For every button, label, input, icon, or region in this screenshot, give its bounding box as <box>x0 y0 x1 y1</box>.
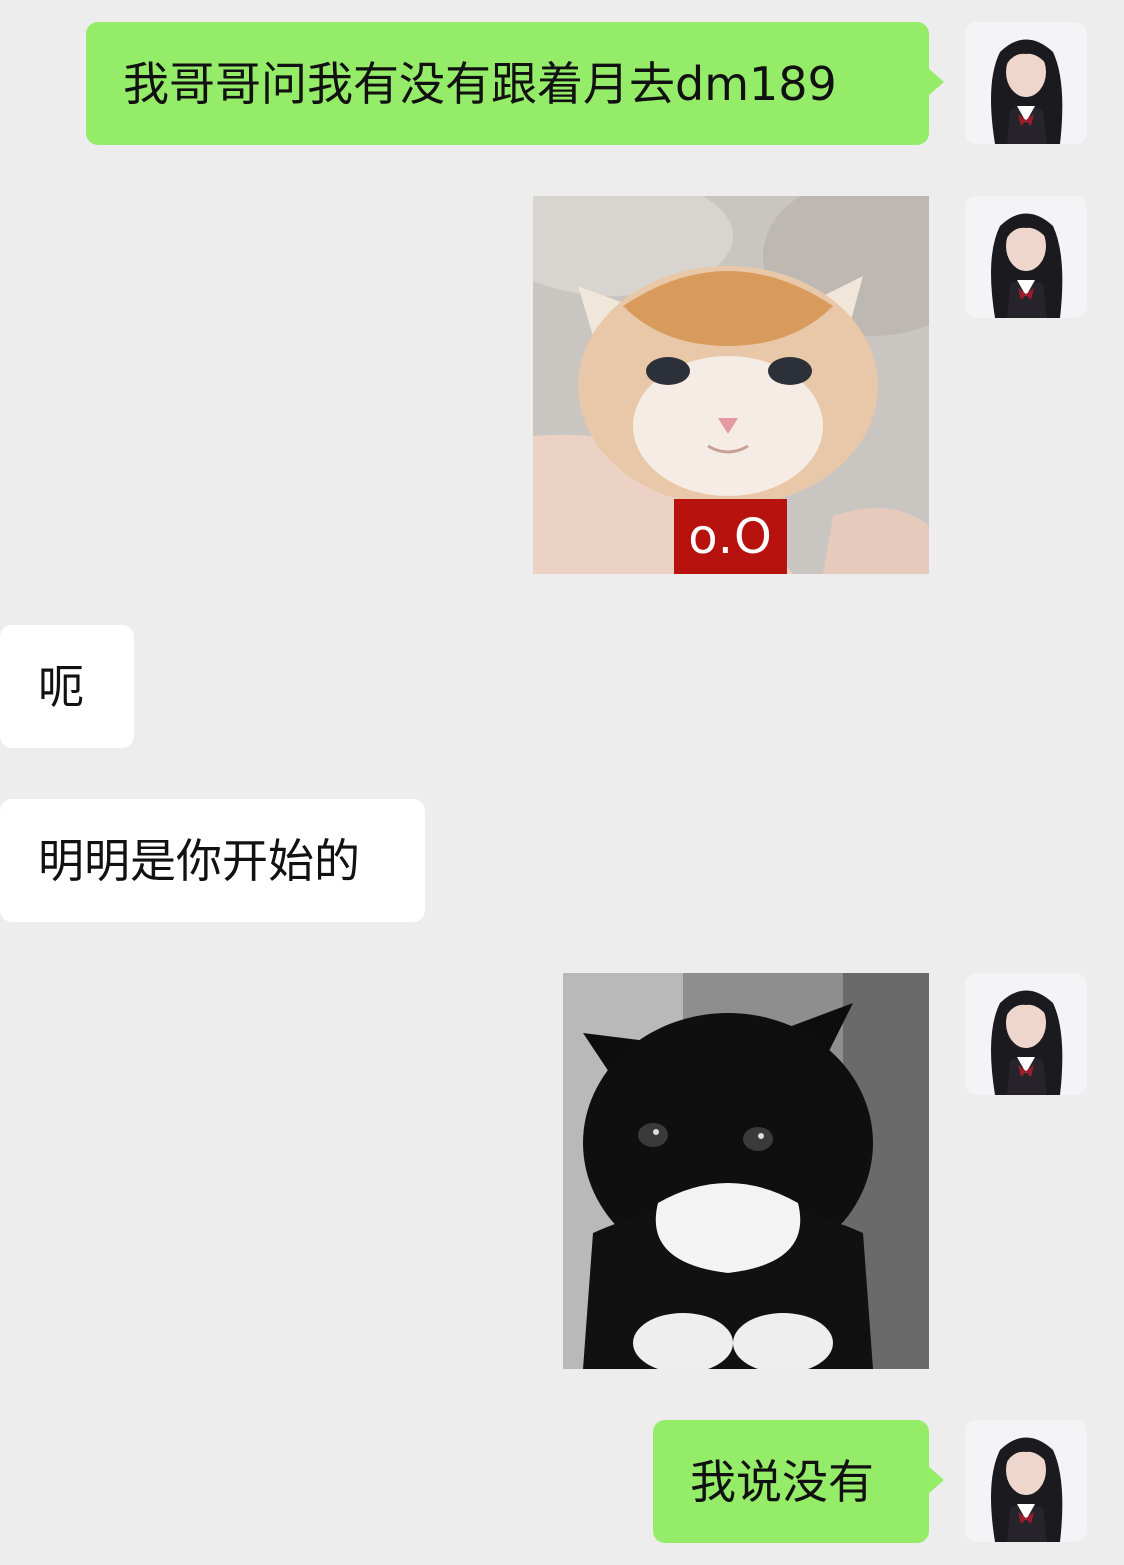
incoming-message-bubble[interactable]: 明明是你开始的 <box>0 799 425 922</box>
outgoing-message-bubble[interactable]: 我哥哥问我有没有跟着月去dm189 <box>86 22 944 145</box>
sticker-caption: o.O <box>674 499 787 574</box>
avatar[interactable] <box>965 1420 1087 1542</box>
black-white-kitten-sticker[interactable] <box>563 973 929 1369</box>
message-text: 呃 <box>38 659 84 714</box>
message-text: 我说没有 <box>690 1454 874 1509</box>
outgoing-message-bubble[interactable]: 我说没有 <box>653 1420 944 1543</box>
black-white-kitten-icon <box>563 973 929 1369</box>
message-text: 我哥哥问我有没有跟着月去dm189 <box>123 56 837 111</box>
avatar[interactable] <box>965 196 1087 318</box>
message-text: 明明是你开始的 <box>38 833 360 888</box>
orange-kitten-sticker[interactable]: o.O <box>533 196 929 574</box>
incoming-message-bubble[interactable]: 呃 <box>0 625 134 748</box>
avatar[interactable] <box>965 22 1087 144</box>
avatar[interactable] <box>965 973 1087 1095</box>
